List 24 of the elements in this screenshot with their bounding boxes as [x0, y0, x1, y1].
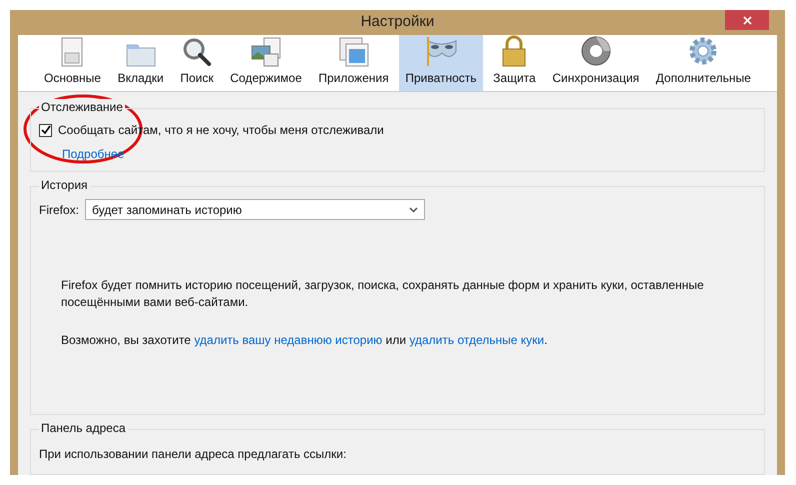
history-link[interactable]: удалить отдельные куки — [409, 333, 544, 347]
toolbar-tab[interactable]: Приватность — [399, 35, 483, 91]
toolbar-tab[interactable]: Защита — [487, 35, 542, 91]
checkbox[interactable] — [39, 124, 52, 136]
toolbar-tab[interactable]: Поиск — [174, 35, 220, 91]
toolbar-tab[interactable]: Содержимое — [224, 35, 308, 91]
history-description: Firefox будет помнить историю посещений, загрузок, поиска, сохранять данные форм и хранить куки, оставленные посещёнными вами веб-сайтами. — [61, 277, 705, 311]
toolbar-tab[interactable]: Основные — [38, 35, 107, 91]
padlock-icon — [501, 35, 528, 67]
toolbar-tab[interactable]: Дополнительные — [650, 35, 757, 91]
window-title: Настройки — [360, 12, 434, 32]
history-dropdown[interactable]: будет запоминать историю — [85, 199, 426, 220]
history-hint: Возможно, вы захотите удалить вашу недавнюю историю или удалить отдельные куки. — [61, 332, 548, 349]
history-link[interactable]: удалить вашу недавнюю историю — [194, 333, 382, 347]
close-button[interactable] — [725, 10, 769, 30]
checkmark-icon — [40, 125, 50, 135]
toolbar-tab[interactable]: Приложения — [312, 35, 395, 91]
toolbar-tab[interactable]: Синхронизация — [546, 35, 646, 91]
chevron-down-icon — [409, 206, 418, 212]
address-bar-label: При использовании панели адреса предлагать ссылки: — [39, 447, 346, 461]
select-label: Firefox: — [39, 202, 80, 218]
toolbar-tab[interactable]: Вкладки — [112, 35, 170, 91]
search-icon — [182, 37, 212, 67]
close-icon — [742, 16, 752, 24]
